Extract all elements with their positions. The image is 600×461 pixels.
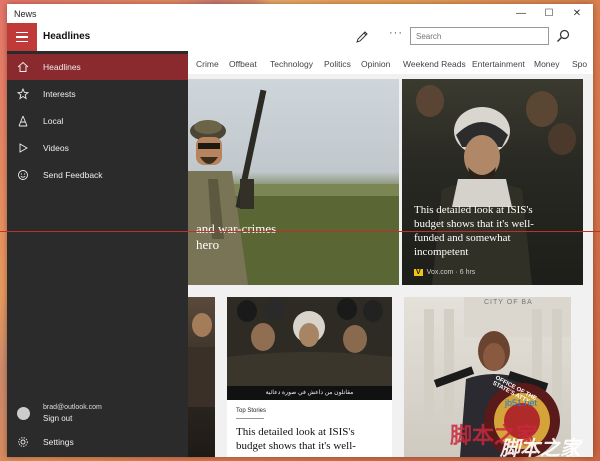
category-tabs: Crime Offbeat Technology Politics Opinio… (188, 54, 593, 74)
story-source: V Vox.com · 6 hrs (414, 269, 475, 276)
bottom-left-story-card[interactable] (188, 297, 215, 457)
tab-offbeat[interactable]: Offbeat (229, 59, 257, 69)
minimize-button[interactable]: — (507, 4, 535, 23)
hero-headline-line2: hero (196, 237, 220, 252)
nav-label-interests: Interests (43, 89, 76, 99)
vox-logo: V (414, 269, 423, 276)
tab-technology[interactable]: Technology (270, 59, 313, 69)
nav-item-local[interactable]: Local (7, 108, 188, 134)
tab-weekend-reads[interactable]: Weekend Reads (403, 59, 466, 69)
watermark-url: jb51.net (505, 398, 538, 408)
hero-headline: and war-crimes hero (196, 221, 276, 253)
tab-opinion[interactable]: Opinion (361, 59, 390, 69)
nav-label-headlines: Headlines (43, 62, 81, 72)
nav-item-settings[interactable]: Settings (7, 429, 188, 455)
bottom-center-story-card[interactable]: مقاتلون من داعش في صورة دعائية Top Stori… (227, 297, 392, 457)
maximize-icon: ☐ (544, 8, 554, 19)
nav-item-headlines[interactable]: Headlines (7, 54, 188, 80)
image-caption-banner: مقاتلون من داعش في صورة دعائية (265, 390, 354, 396)
tab-politics[interactable]: Politics (324, 59, 351, 69)
red-guide-line (0, 231, 600, 232)
partial-photo (188, 313, 215, 407)
more-options-button[interactable]: ··· (389, 27, 403, 39)
star-icon (17, 88, 29, 100)
hamburger-menu-button[interactable] (7, 23, 37, 51)
search-input[interactable] (410, 27, 549, 45)
soldier-photo (188, 89, 399, 285)
source-label: Vox.com · 6 hrs (426, 269, 476, 276)
tag-underline (236, 418, 264, 419)
local-icon (18, 115, 28, 127)
nav-item-send-feedback[interactable]: Send Feedback (7, 162, 188, 188)
minimize-icon: — (516, 8, 526, 19)
play-icon (19, 143, 28, 153)
page-title: Headlines (43, 31, 91, 42)
app-title: News (14, 9, 37, 19)
sign-out-link[interactable]: Sign out (43, 414, 72, 423)
nav-label-videos: Videos (43, 143, 69, 153)
hamburger-icon-line (16, 40, 28, 43)
top-right-story-card[interactable]: This detailed look at ISIS's budget show… (402, 79, 583, 285)
tab-sports[interactable]: Spo (572, 59, 587, 69)
watermark-logo-white: 脚本之家 (500, 436, 580, 460)
nav-label-settings: Settings (43, 437, 74, 447)
account-button[interactable]: brad@outlook.com Sign out (7, 400, 188, 428)
story-tag: Top Stories (236, 408, 267, 414)
close-icon: ✕ (572, 8, 582, 19)
app-bar: Headlines ··· (7, 23, 593, 51)
hamburger-icon (16, 31, 28, 34)
militant-group-photo (227, 297, 392, 400)
nav-item-interests[interactable]: Interests (7, 81, 188, 107)
nav-label-send-feedback: Send Feedback (43, 170, 103, 180)
avatar (17, 407, 30, 420)
search-icon[interactable] (555, 28, 571, 44)
building-inscription: CITY OF BA (484, 299, 533, 306)
account-email: brad@outlook.com (43, 404, 102, 411)
hero-headline-line1: and war-crimes (196, 221, 277, 236)
home-icon (17, 61, 29, 72)
tab-entertainment[interactable]: Entertainment (472, 59, 525, 69)
smiley-icon (18, 170, 28, 180)
nav-item-videos[interactable]: Videos (7, 135, 188, 161)
navigation-drawer: Headlines Interests Local Videos Send Fe… (7, 51, 188, 457)
tab-crime[interactable]: Crime (196, 59, 219, 69)
hamburger-icon-line (16, 36, 28, 38)
bottom-center-headline: This detailed look at ISIS's budget show… (236, 426, 356, 452)
hero-story-card[interactable]: and war-crimes hero (188, 79, 399, 285)
nav-label-local: Local (43, 116, 64, 126)
close-button[interactable]: ✕ (563, 4, 591, 23)
title-bar: News — ☐ ✕ (7, 4, 593, 23)
tab-money[interactable]: Money (534, 59, 560, 69)
maximize-button[interactable]: ☐ (535, 4, 563, 23)
gear-icon (18, 437, 28, 447)
pencil-icon[interactable] (354, 29, 370, 45)
